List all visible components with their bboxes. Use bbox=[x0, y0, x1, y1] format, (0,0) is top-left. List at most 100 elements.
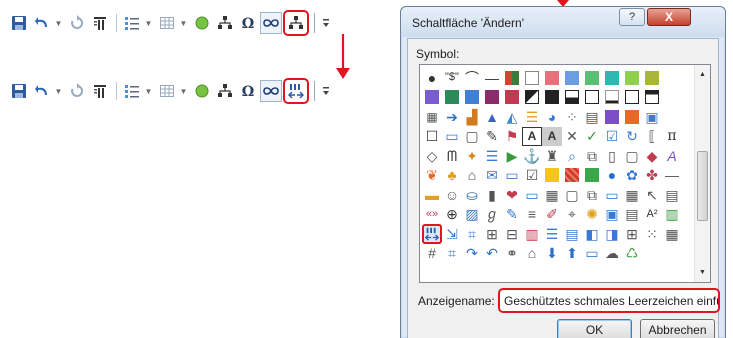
symbol-darkgreen-square-icon[interactable] bbox=[442, 88, 462, 108]
cancel-button[interactable]: Abbrechen bbox=[640, 319, 715, 338]
symbol-folder-icon[interactable]: ▬ bbox=[422, 185, 442, 205]
symbol-bar-chart-icon[interactable]: ▟ bbox=[462, 107, 482, 127]
symbol-wand-icon[interactable]: ✦ bbox=[462, 146, 482, 166]
symbol-cursor-icon[interactable]: ↖ bbox=[642, 185, 662, 205]
symbol-scatter-icon[interactable]: ⁘ bbox=[562, 107, 582, 127]
list-dropdown-icon[interactable]: ▼ bbox=[144, 80, 153, 102]
symbol-underline-square-icon[interactable] bbox=[602, 88, 622, 108]
symbol-letter-a-shaded-icon[interactable]: A bbox=[542, 126, 562, 146]
symbol-italic-a-icon[interactable]: A bbox=[662, 146, 682, 166]
symbol-document-icon[interactable]: ▯ bbox=[602, 146, 622, 166]
symbol-triangle-icon[interactable]: ▲ bbox=[482, 107, 502, 127]
undo-icon[interactable] bbox=[31, 12, 53, 34]
symbol-split-icon[interactable]: ◨ bbox=[602, 224, 622, 244]
org-chart-icon[interactable] bbox=[283, 10, 309, 36]
symbol-wifi-icon[interactable]: ⌒ bbox=[462, 68, 482, 88]
symbol-grid4-icon[interactable]: ⊟ bbox=[502, 224, 522, 244]
symbol-grid3-icon[interactable]: ⊞ bbox=[482, 224, 502, 244]
symbol-plum-square-icon[interactable] bbox=[482, 88, 502, 108]
symbol-window-icon[interactable]: ▢ bbox=[462, 127, 482, 147]
symbol-edit-icon[interactable]: ✎ bbox=[502, 205, 522, 225]
symbol-list-icon[interactable]: ☰ bbox=[482, 146, 502, 166]
symbol-mail-icon[interactable]: ✉ bbox=[482, 166, 502, 186]
symbol-topbar-square-icon[interactable] bbox=[642, 88, 662, 108]
scroll-up-icon[interactable]: ▲ bbox=[695, 67, 710, 82]
symbol-lightgreen-square-icon[interactable] bbox=[622, 68, 642, 88]
symbol-picture-icon[interactable]: ▣ bbox=[602, 205, 622, 225]
list-dropdown-icon[interactable]: ▼ bbox=[144, 12, 153, 34]
symbol-list[interactable]: ● "$" ⌒ — ▦ ➔ ▟ ▲ ◭ ☰ ◕ ⁘ ▤ ▣ ☐ ▭ ▢ ✎ ⚑ … bbox=[419, 64, 711, 283]
redo-icon[interactable] bbox=[66, 12, 88, 34]
symbol-color-grid-icon[interactable] bbox=[502, 68, 522, 88]
symbol-copy-icon[interactable]: ⧉ bbox=[582, 146, 602, 166]
symbol-box-outline-icon[interactable] bbox=[622, 88, 642, 108]
nonbreaking-space-icon[interactable] bbox=[283, 78, 309, 104]
symbol-checkbox-icon[interactable]: ☑ bbox=[602, 127, 622, 147]
undo-dropdown-icon[interactable]: ▼ bbox=[54, 80, 63, 102]
table-dropdown-icon[interactable]: ▼ bbox=[179, 12, 188, 34]
symbol-grid2-icon[interactable]: ▦ bbox=[622, 185, 642, 205]
symbol-cloud-icon[interactable]: ☁ bbox=[602, 244, 622, 264]
symbol-binoculars-icon[interactable]: ᗰ bbox=[442, 146, 462, 166]
symbol-id-card-icon[interactable]: ▭ bbox=[522, 185, 542, 205]
symbol-teal-square-icon[interactable] bbox=[602, 68, 622, 88]
table-dropdown-icon[interactable]: ▼ bbox=[179, 80, 188, 102]
symbol-tray-icon[interactable]: ▥ bbox=[662, 205, 682, 225]
symbol-list-scrollbar[interactable]: ▲ ▼ bbox=[694, 65, 710, 282]
symbol-black-square-icon[interactable] bbox=[542, 88, 562, 108]
paragraph-mark-icon[interactable] bbox=[89, 12, 111, 34]
symbol-magnifier-icon[interactable]: ⊕ bbox=[442, 205, 462, 225]
symbol-pink-square-icon[interactable] bbox=[542, 68, 562, 88]
symbol-cols-icon[interactable]: ▤ bbox=[562, 224, 582, 244]
symbol-crimson-square-icon[interactable] bbox=[502, 88, 522, 108]
symbol-image-icon[interactable]: ▨ bbox=[462, 205, 482, 225]
circle-icon[interactable] bbox=[191, 80, 213, 102]
symbol-sparkle-icon[interactable]: ✺ bbox=[582, 205, 602, 225]
symbol-dash-icon[interactable]: — bbox=[482, 68, 502, 88]
symbol-empty-square-icon[interactable] bbox=[582, 88, 602, 108]
symbol-book-icon[interactable]: ▤ bbox=[582, 107, 602, 127]
redo-icon[interactable] bbox=[66, 80, 88, 102]
symbol-red-hatched-icon[interactable] bbox=[562, 166, 582, 186]
nonbreaking-space-icon[interactable] bbox=[422, 224, 442, 244]
symbol-copy2-icon[interactable]: ⧉ bbox=[582, 185, 602, 205]
symbol-outline-square-icon[interactable]: ☐ bbox=[422, 127, 442, 147]
symbol-blue2-square-icon[interactable] bbox=[462, 88, 482, 108]
symbol-brush-icon[interactable]: ✐ bbox=[542, 205, 562, 225]
save-icon[interactable] bbox=[8, 12, 30, 34]
symbol-purple-square-icon[interactable] bbox=[422, 88, 442, 108]
symbol-hash-blue-icon[interactable]: ⌗ bbox=[442, 244, 462, 264]
symbol-font-icon[interactable]: ℊ bbox=[482, 205, 502, 225]
symbol-orange-square-icon[interactable] bbox=[622, 107, 642, 127]
symbol-shapes-icon[interactable]: ⚭ bbox=[502, 244, 522, 264]
org-chart-icon[interactable] bbox=[214, 12, 236, 34]
symbol-paint-icon[interactable]: ◇ bbox=[422, 146, 442, 166]
display-name-field[interactable]: Geschütztes schmales Leerzeichen einfüge bbox=[498, 288, 720, 313]
symbol-pin-icon[interactable]: ✤ bbox=[642, 166, 662, 186]
paragraph-mark-icon[interactable] bbox=[89, 80, 111, 102]
symbol-white-square-icon[interactable] bbox=[522, 68, 542, 88]
symbol-gallery-icon[interactable]: ▦ bbox=[422, 107, 442, 127]
symbol-x-mark-icon[interactable]: ✕ bbox=[562, 127, 582, 147]
table-icon[interactable] bbox=[156, 12, 178, 34]
symbol-violet-square-icon[interactable] bbox=[602, 107, 622, 127]
symbol-drop-icon[interactable]: ● bbox=[602, 166, 622, 186]
symbol-code-icon[interactable]: «» bbox=[422, 205, 442, 225]
symbol-bird-icon[interactable]: ❦ bbox=[422, 166, 442, 186]
symbol-mouse-icon[interactable]: ⌖ bbox=[562, 205, 582, 225]
org-chart-icon[interactable] bbox=[214, 80, 236, 102]
symbol-battery-icon[interactable]: ▭ bbox=[582, 244, 602, 264]
symbol-stamp-icon[interactable]: ♜ bbox=[542, 146, 562, 166]
symbol-pi-icon[interactable]: π bbox=[662, 127, 682, 147]
undo-icon[interactable] bbox=[31, 80, 53, 102]
symbol-page-icon[interactable]: ▢ bbox=[622, 146, 642, 166]
bulleted-list-icon[interactable] bbox=[121, 80, 143, 102]
symbol-olive-square-icon[interactable] bbox=[642, 68, 662, 88]
symbol-area-chart-icon[interactable]: ◭ bbox=[502, 107, 522, 127]
symbol-green2-square-icon[interactable] bbox=[582, 166, 602, 186]
symbol-recycle-icon[interactable]: ♺ bbox=[622, 244, 642, 264]
symbol-crop-icon[interactable]: ⌗ bbox=[462, 224, 482, 244]
symbol-refresh-icon[interactable]: ↻ bbox=[622, 127, 642, 147]
symbol-arrow-circle-icon[interactable]: ➔ bbox=[442, 107, 462, 127]
symbol-window2-icon[interactable]: ▤ bbox=[662, 185, 682, 205]
